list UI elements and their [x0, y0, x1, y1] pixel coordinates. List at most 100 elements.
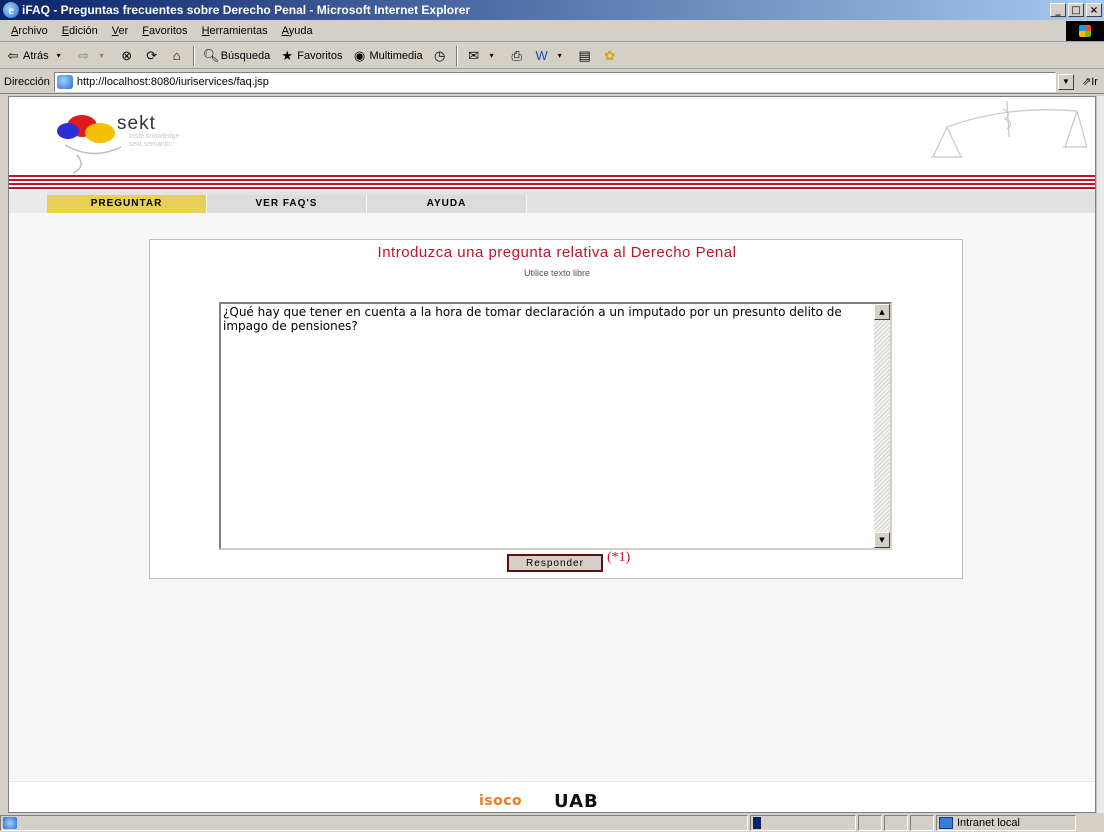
question-panel: Introduzca una pregunta relativa al Dere…: [149, 239, 963, 579]
menu-favoritos[interactable]: Favoritos: [135, 25, 194, 37]
window-controls: _ □ ×: [1050, 3, 1102, 17]
sekt-tagline-2: sekt.semantic: [129, 141, 172, 148]
search-button[interactable]: 🔍︎ Búsqueda: [200, 48, 274, 64]
footnote-marker: (*1): [607, 550, 631, 565]
minimize-button[interactable]: _: [1050, 3, 1066, 17]
history-icon: ◷: [434, 47, 446, 63]
search-label: Búsqueda: [220, 49, 271, 62]
back-label: Atrás: [23, 49, 49, 62]
close-button[interactable]: ×: [1086, 3, 1102, 17]
responder-button[interactable]: Responder: [507, 554, 603, 572]
status-main: [0, 815, 748, 831]
status-cell: [910, 815, 934, 831]
search-icon: 🔍︎: [202, 47, 220, 63]
browser-window: e iFAQ - Preguntas frecuentes sobre Dere…: [0, 0, 1104, 832]
favorites-icon: ★: [281, 47, 294, 63]
media-label: Multimedia: [369, 49, 423, 62]
discuss-button[interactable]: ▤: [574, 48, 596, 64]
title-bar: e iFAQ - Preguntas frecuentes sobre Dere…: [0, 0, 1104, 20]
sekt-logo-tagline: taste knowledge sekt.semantic: [129, 133, 180, 149]
favorites-button[interactable]: ★ Favoritos: [276, 48, 345, 64]
intranet-icon: [939, 817, 953, 829]
sekt-logo-word: sekt: [117, 113, 156, 134]
justice-scales-graphic: [931, 100, 1087, 158]
page-icon: [56, 74, 73, 89]
dropdown-arrow-icon: ▾: [489, 50, 494, 60]
refresh-button[interactable]: ⟳: [141, 48, 163, 64]
tab-ayuda[interactable]: AYUDA: [367, 195, 527, 213]
dropdown-arrow-icon: ▾: [557, 50, 562, 60]
ie-logo-icon: e: [3, 2, 19, 18]
address-input[interactable]: http://localhost:8080/iuriservices/faq.j…: [53, 71, 1056, 92]
go-label: Ir: [1091, 76, 1098, 88]
maximize-button[interactable]: □: [1068, 3, 1084, 17]
printer-icon: ⎙: [511, 47, 522, 63]
panel-subtitle: Utilice texto libre: [523, 268, 591, 278]
swoosh-graphic: [64, 144, 122, 174]
menu-ver[interactable]: Ver: [105, 25, 136, 37]
back-arrow-icon: ⇦: [7, 47, 19, 63]
stop-icon: ⊗: [121, 47, 133, 63]
uab-logo: UAB: [554, 791, 599, 812]
history-button[interactable]: ◷: [429, 48, 451, 64]
media-button[interactable]: ◉ Multimedia: [348, 48, 425, 64]
status-zone: Intranet local: [936, 815, 1076, 831]
nav-bar: PREGUNTAR VER FAQ'S AYUDA: [9, 191, 1095, 213]
favorites-label: Favoritos: [297, 49, 343, 62]
home-button[interactable]: ⌂: [166, 48, 188, 64]
status-page-icon: [3, 817, 17, 829]
status-cell: [884, 815, 908, 831]
windows-logo-icon: [1066, 21, 1104, 41]
header-red-lines: [9, 175, 1095, 191]
discuss-icon: ▤: [578, 47, 591, 63]
scroll-up-button[interactable]: ▲: [874, 304, 890, 320]
isoco-logo: isoco: [479, 793, 523, 809]
page-viewport: sekt taste knowledge sekt.semantic PREGU…: [8, 96, 1096, 813]
menu-archivo[interactable]: Archivo: [4, 25, 55, 37]
address-bar: Dirección http://localhost:8080/iuriserv…: [0, 70, 1104, 94]
panel-title: Introduzca una pregunta relativa al Dere…: [377, 244, 737, 261]
question-text: ¿Qué hay que tener en cuenta a la hora d…: [223, 305, 842, 333]
messenger-button[interactable]: ✿: [599, 48, 621, 64]
standard-toolbar: ⇦ Atrás ▾ ⇨ ▾ ⊗ ⟳ ⌂ 🔍︎ Búsqueda ★ Favori…: [0, 43, 1104, 69]
question-textarea[interactable]: ¿Qué hay que tener en cuenta a la hora d…: [219, 302, 892, 550]
menu-bar: Archivo Edición Ver Favoritos Herramient…: [0, 20, 1104, 42]
menu-edicion[interactable]: Edición: [55, 25, 105, 37]
toolbar-separator: [455, 45, 458, 66]
progress-fill: [753, 817, 761, 829]
forward-arrow-icon: ⇨: [78, 47, 90, 63]
page-scrollbar[interactable]: [1096, 96, 1104, 813]
page-footer: isoco UAB: [9, 781, 1095, 812]
go-arrow-icon: ⇗: [1082, 76, 1092, 88]
address-dropdown-button[interactable]: ▼: [1058, 73, 1074, 90]
scroll-down-button[interactable]: ▼: [874, 532, 890, 548]
page-header: sekt taste knowledge sekt.semantic: [9, 97, 1095, 175]
dropdown-arrow-icon: ▾: [56, 50, 61, 60]
tab-ver-faqs[interactable]: VER FAQ'S: [207, 195, 367, 213]
refresh-icon: ⟳: [146, 47, 158, 63]
back-button[interactable]: ⇦ Atrás ▾: [2, 48, 70, 64]
address-label: Dirección: [4, 75, 50, 88]
print-button[interactable]: ⎙: [506, 48, 528, 64]
textarea-scrollbar[interactable]: ▲ ▼: [874, 304, 890, 548]
toolbar-separator: [192, 45, 195, 66]
home-icon: ⌂: [172, 47, 181, 63]
edit-button[interactable]: W ▾: [531, 48, 571, 64]
sekt-tagline-1: taste knowledge: [129, 133, 180, 140]
menu-herramientas[interactable]: Herramientas: [195, 25, 275, 37]
mail-icon: ✉: [468, 47, 480, 63]
dropdown-arrow-icon: ▾: [99, 50, 104, 60]
status-cell: [858, 815, 882, 831]
status-bar: Intranet local: [0, 814, 1104, 832]
go-button[interactable]: ⇗Ir: [1076, 75, 1104, 88]
media-icon: ◉: [353, 47, 366, 63]
word-icon: W: [535, 47, 548, 63]
status-progress: [750, 815, 856, 831]
tab-preguntar[interactable]: PREGUNTAR: [47, 195, 207, 213]
window-title: iFAQ - Preguntas frecuentes sobre Derech…: [22, 3, 471, 17]
menu-ayuda[interactable]: Ayuda: [275, 25, 320, 37]
mail-button[interactable]: ✉ ▾: [463, 48, 503, 64]
forward-button[interactable]: ⇨ ▾: [73, 48, 113, 64]
stop-button[interactable]: ⊗: [116, 48, 138, 64]
messenger-icon: ✿: [604, 47, 616, 63]
